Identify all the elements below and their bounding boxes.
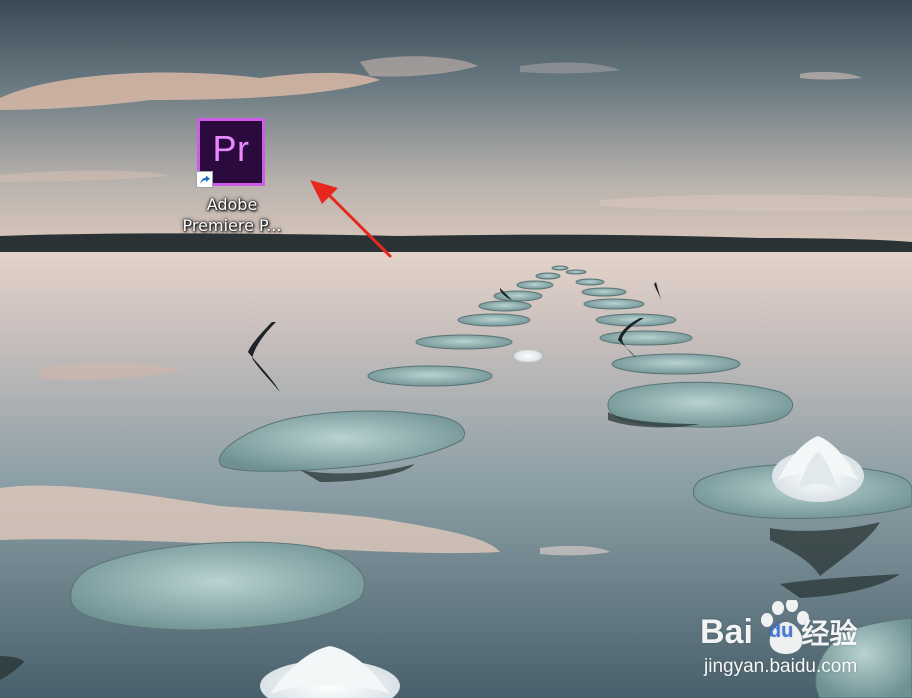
desktop: Pr Adobe Premiere P... Bai du 经验 jingyan… [0,0,912,698]
watermark-brand-jingyan: 经验 [801,617,858,650]
premiere-pro-glyph: Pr [212,128,250,169]
wallpaper-lake-lilypads [0,0,912,698]
shortcut-label: Adobe Premiere P... [176,194,288,236]
watermark-brand-du: du [768,620,794,642]
baidu-jingyan-watermark: Bai du 经验 jingyan.baidu.com [700,600,900,690]
shortcut-label-line2: Premiere P... [182,216,282,235]
watermark-brand-bai: Bai [700,613,753,651]
shortcut-label-line1: Adobe [206,195,258,214]
desktop-shortcut-premiere-pro[interactable]: Pr Adobe Premiere P... [176,114,288,244]
watermark-url: jingyan.baidu.com [704,656,858,677]
shortcut-arrow-icon [196,171,213,188]
